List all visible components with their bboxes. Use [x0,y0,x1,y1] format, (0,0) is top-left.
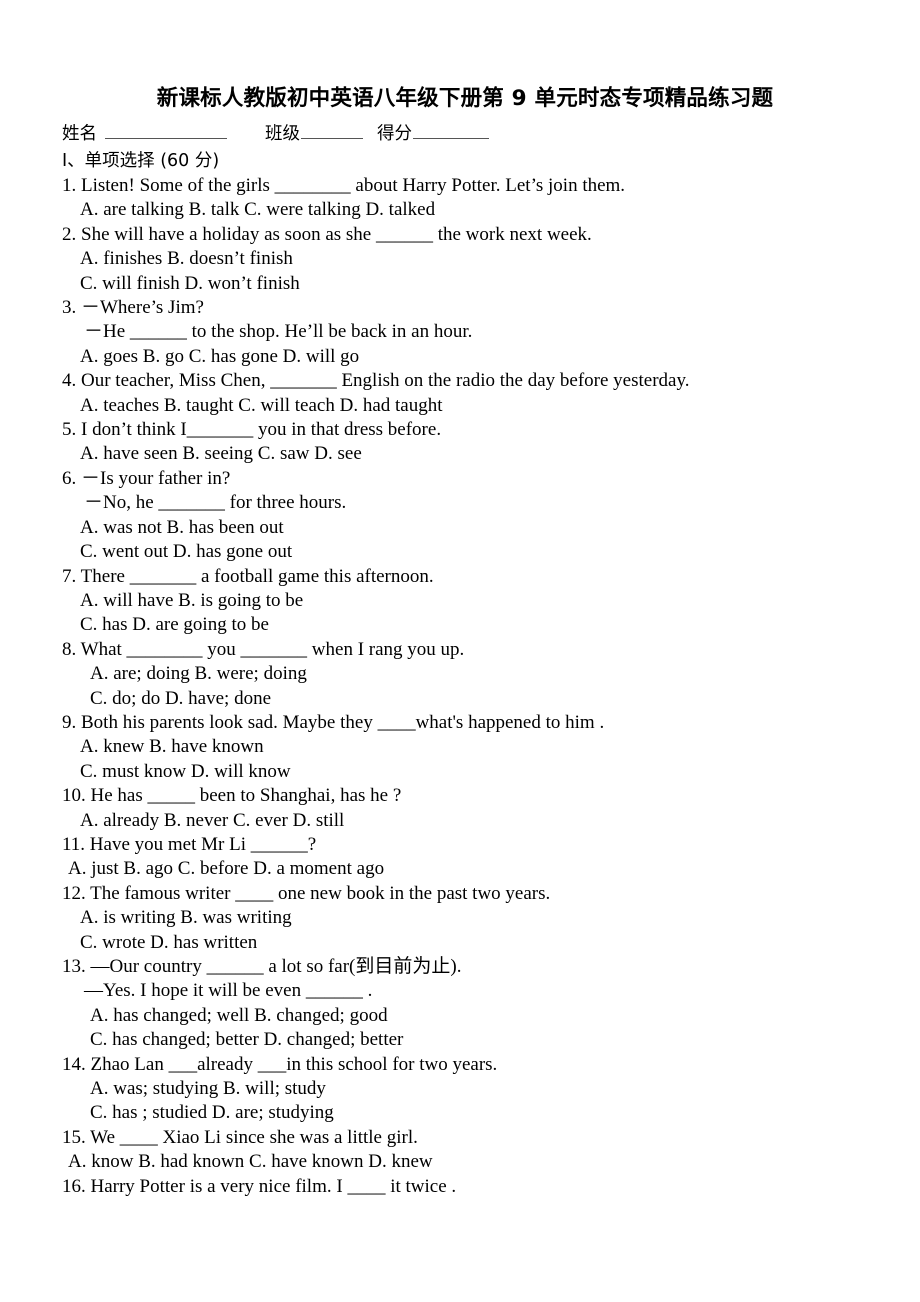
question-dialogue-line: —Yes. I hope it will be even ______ . [84,980,373,1002]
question-stem: 13. —Our country ______ a lot so far(到目前… [62,956,462,977]
question-options-line[interactable]: A. will have B. is going to be [62,589,862,613]
question-item: 14. Zhao Lan ___already ___in this schoo… [62,1053,862,1126]
question-options-line[interactable]: A. goes B. go C. has gone D. will go [62,345,862,369]
question-options-line[interactable]: C. wrote D. has written [62,931,862,955]
question-options-line[interactable]: C. has changed; better D. changed; bette… [62,1028,862,1052]
question-options-line[interactable]: A. are; doing B. were; doing [62,662,862,686]
page-title: 新课标人教版初中英语八年级下册第 9 单元时态专项精品练习题 [156,86,774,111]
question-options-line[interactable]: A. just B. ago C. before D. a moment ago [62,857,862,881]
question-options-line[interactable]: A. was; studying B. will; study [62,1077,862,1101]
score-input-blank[interactable] [413,123,489,139]
section-heading: I、单项选择 (60 分) [62,148,862,174]
question-item: 1. Listen! Some of the girls ________ ab… [62,174,862,223]
question-stem: 3. －Where’s Jim? [62,297,204,319]
name-input-blank[interactable] [105,123,227,139]
question-item: 11. Have you met Mr Li ______? A. just B.… [62,833,862,882]
question-item: 2. She will have a holiday as soon as sh… [62,223,862,296]
question-stem: 4. Our teacher, Miss Chen, _______ Engli… [62,370,690,392]
question-options-line[interactable]: C. has D. are going to be [62,613,862,637]
question-options-line[interactable]: A. teaches B. taught C. will teach D. ha… [62,394,862,418]
student-info-line: 姓名 班级 得分 [62,121,862,147]
question-options-line[interactable]: A. already B. never C. ever D. still [62,809,862,833]
question-item: 13. —Our country ______ a lot so far(到目前… [62,955,862,1053]
question-options-line[interactable]: C. must know D. will know [62,760,862,784]
question-stem: 16. Harry Potter is a very nice film. I … [62,1175,457,1197]
class-input-blank[interactable] [301,123,363,139]
question-item: 8. What ________ you _______ when I rang… [62,638,862,711]
question-item: 6. －Is your father in? －No, he _______ fo… [62,467,862,565]
question-item: 3. －Where’s Jim? －He ______ to the shop. … [62,296,862,369]
score-label: 得分 [377,124,412,144]
question-stem: 15. We ____ Xiao Li since she was a litt… [62,1126,418,1148]
question-dialogue-line: －No, he _______ for three hours. [84,492,347,514]
name-label: 姓名 [62,124,97,144]
question-list: 1. Listen! Some of the girls ________ ab… [62,174,862,1199]
document-body: 新课标人教版初中英语八年级下册第 9 单元时态专项精品练习题 姓名 班级 得分 I、… [62,84,862,1199]
question-options-line[interactable]: C. went out D. has gone out [62,540,862,564]
question-options-line[interactable]: C. do; do D. have; done [62,687,862,711]
question-item: 15. We ____ Xiao Li since she was a litt… [62,1126,862,1175]
question-dialogue-line: －He ______ to the shop. He’ll be back in… [84,321,473,343]
question-stem: 8. What ________ you _______ when I rang… [62,638,465,660]
question-stem: 9. Both his parents look sad. Maybe they… [62,711,605,733]
class-label: 班级 [265,124,300,144]
question-stem: 14. Zhao Lan ___already ___in this schoo… [62,1053,498,1075]
question-item: 7. There _______ a football game this af… [62,565,862,638]
document-page: 新课标人教版初中英语八年级下册第 9 单元时态专项精品练习题 姓名 班级 得分 I、… [0,0,920,1302]
question-options-line[interactable]: A. are talking B. talk C. were talking D… [62,198,862,222]
question-stem: 11. Have you met Mr Li ______? [62,833,317,855]
question-options-line[interactable]: A. finishes B. doesn’t finish [62,247,862,271]
question-options-line[interactable]: A. know B. had known C. have known D. kn… [62,1150,862,1174]
question-stem: 12. The famous writer ____ one new book … [62,882,551,904]
question-stem: 6. －Is your father in? [62,467,231,489]
question-item: 12. The famous writer ____ one new book … [62,882,862,955]
question-item: 5. I don’t think I_______ you in that dr… [62,418,862,467]
question-item: 4. Our teacher, Miss Chen, _______ Engli… [62,369,862,418]
question-stem: 1. Listen! Some of the girls ________ ab… [62,175,626,196]
question-item: 16. Harry Potter is a very nice film. I … [62,1175,862,1199]
question-options-line[interactable]: C. will finish D. won’t finish [62,272,862,296]
question-options-line[interactable]: A. knew B. have known [62,735,862,759]
question-options-line[interactable]: A. is writing B. was writing [62,906,862,930]
question-options-line[interactable]: C. has ; studied D. are; studying [62,1101,862,1125]
question-stem: 5. I don’t think I_______ you in that dr… [62,419,442,441]
question-item: 10. He has _____ been to Shanghai, has h… [62,784,862,833]
question-stem: 10. He has _____ been to Shanghai, has h… [62,785,402,807]
question-stem: 2. She will have a holiday as soon as sh… [62,223,592,245]
question-item: 9. Both his parents look sad. Maybe they… [62,711,862,784]
question-options-line[interactable]: A. has changed; well B. changed; good [62,1004,862,1028]
question-stem: 7. There _______ a football game this af… [62,565,434,587]
section-heading-text: I、单项选择 (60 分) [62,151,220,171]
question-options-line[interactable]: A. have seen B. seeing C. saw D. see [62,442,862,466]
question-options-line[interactable]: A. was not B. has been out [62,516,862,540]
